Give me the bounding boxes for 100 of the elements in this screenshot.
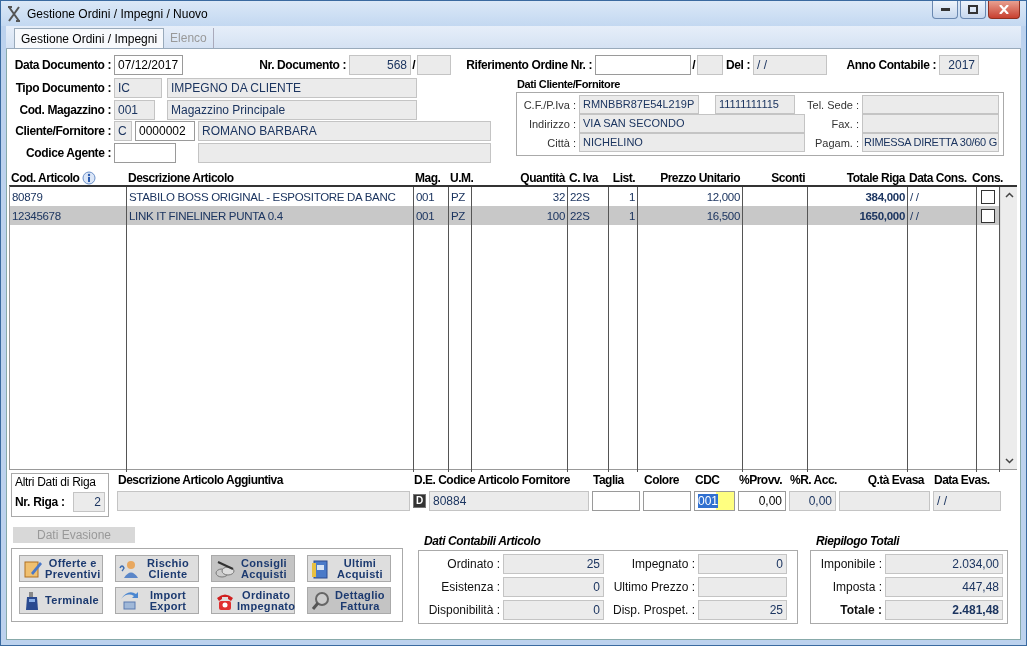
field-label: Ultimo Prezzo :: [612, 580, 696, 594]
table-cell: 16,500: [706, 209, 740, 222]
field-label: Colore: [643, 473, 680, 487]
value-field: 447,48: [885, 577, 1003, 597]
book-icon: [311, 558, 331, 579]
input-field[interactable]: [117, 491, 410, 511]
input-field[interactable]: 80884: [429, 491, 589, 511]
pencil-icon: [23, 558, 43, 579]
terminal-button[interactable]: Terminale: [19, 587, 103, 614]
input-field[interactable]: [839, 491, 930, 511]
input-field[interactable]: 001: [694, 491, 735, 511]
table-cell: 1650,000: [859, 209, 905, 222]
field-label: %Provv.: [738, 473, 783, 487]
offers-button[interactable]: Offerte e Preventivi: [19, 555, 103, 582]
table-cell: / /: [910, 209, 919, 222]
import-export-button[interactable]: Import Export: [115, 587, 199, 614]
field-label: Esistenza :: [440, 580, 501, 594]
description-field: IMPEGNO DA CLIENTE: [167, 77, 417, 98]
tab[interactable]: Gestione Ordini / Impegni: [14, 28, 165, 48]
input-field[interactable]: [592, 491, 640, 511]
value-field: 2.034,00: [885, 554, 1003, 574]
input-field[interactable]: 0,00: [738, 491, 786, 511]
field-label: Data Documento :: [13, 58, 112, 72]
scrollbar[interactable]: [1000, 187, 1017, 469]
invoice-detail-button[interactable]: Dettaglio Fattura: [307, 587, 391, 614]
table-cell: 384,000: [865, 190, 905, 203]
scroll-down-icon[interactable]: [1004, 458, 1014, 464]
field-label: Ordinato :: [446, 557, 501, 571]
code-field[interactable]: IC: [114, 77, 162, 98]
row-number-field: 2: [73, 492, 105, 512]
column-header: Sconti: [771, 171, 805, 185]
year-field[interactable]: 2017: [939, 55, 979, 75]
column-header: Quantità: [520, 171, 565, 185]
field-label: Città :: [546, 136, 577, 149]
column-header: Data Cons.: [909, 171, 967, 185]
field-label: Data Evas.: [933, 473, 991, 487]
payment-field: RIMESSA DIRETTA 30/60 G: [862, 133, 999, 152]
table-cell: 100: [546, 209, 565, 222]
risk-button[interactable]: Rischio Cliente: [115, 555, 199, 582]
close-button[interactable]: [988, 1, 1020, 19]
scroll-up-icon[interactable]: [1004, 192, 1014, 198]
code-field[interactable]: 0000002: [135, 121, 195, 142]
vat-field: 11111111115: [715, 95, 795, 114]
field-label: Descrizione Articolo Aggiuntiva: [117, 473, 285, 487]
input-field[interactable]: [643, 491, 691, 511]
table-cell: 12345678: [12, 209, 61, 222]
table-cell: STABILO BOSS ORIGINAL - ESPOSITORE DA BANC: [129, 190, 396, 203]
minimize-button[interactable]: [932, 1, 958, 19]
value-field: 0: [503, 600, 604, 620]
field-label: Nr. Riga :: [15, 495, 65, 509]
window-title: Gestione Ordini / Impegni / Nuovo: [27, 6, 209, 21]
purchases-button[interactable]: Ultimi Acquisti: [307, 555, 391, 582]
value-field: 2.481,48: [885, 600, 1003, 620]
input-field[interactable]: / /: [933, 491, 1001, 511]
d-button[interactable]: D: [413, 494, 426, 508]
order-ref-field[interactable]: [595, 55, 691, 75]
user-icon: [119, 558, 139, 579]
date-field[interactable]: 07/12/2017: [114, 55, 183, 75]
type-field[interactable]: C: [114, 121, 132, 142]
value-field: 0: [503, 577, 604, 597]
table-cell: / /: [910, 190, 919, 203]
name-field: ROMANO BARBARA: [198, 121, 491, 142]
minimize-icon: [940, 8, 950, 11]
column-header: Cod. Articolo: [11, 171, 80, 185]
number-field[interactable]: 568: [349, 55, 411, 75]
separator-text: /: [411, 58, 417, 72]
table-cell: PZ: [451, 190, 466, 203]
field-label: Nr. Documento :: [258, 58, 347, 72]
field-label: Fax. :: [830, 117, 860, 130]
code-field[interactable]: 001: [114, 99, 155, 120]
info-icon: [82, 171, 97, 185]
search-icon: [311, 590, 331, 611]
column-header: Cons.: [972, 171, 1003, 185]
table-row[interactable]: 12345678 LINK IT FINELINER PUNTA 0.4 001 PZ 100 22S 1 16,500 1650,000 / /: [10, 206, 1000, 225]
date-field[interactable]: / /: [753, 55, 827, 75]
field-label: Disponibilità :: [427, 603, 501, 617]
ordered-button[interactable]: Ordinato Impegnato: [211, 587, 295, 614]
field-label: Impegnato :: [630, 557, 696, 571]
close-icon: [999, 5, 1009, 14]
column-header: Totale Riga: [846, 171, 905, 185]
column-header: U.M.: [450, 171, 474, 185]
column-header: List.: [612, 171, 635, 185]
tools-icon: [7, 5, 21, 22]
agent-field[interactable]: [114, 143, 176, 164]
maximize-button[interactable]: [960, 1, 986, 19]
separator-text: /: [691, 58, 697, 72]
checkbox[interactable]: [981, 189, 995, 204]
number-suffix-field[interactable]: [417, 55, 451, 75]
table-cell: LINK IT FINELINER PUNTA 0.4: [129, 209, 283, 222]
input-field[interactable]: 0,00: [789, 491, 836, 511]
field-label: Totale :: [839, 603, 883, 617]
column-header: Mag.: [415, 171, 441, 185]
order-ref-suffix-field[interactable]: [697, 55, 723, 75]
checkbox[interactable]: [981, 208, 995, 223]
field-label: Tel. Sede :: [806, 98, 860, 111]
field-label: Imposta :: [831, 580, 883, 594]
field-label: Indirizzo :: [527, 117, 577, 130]
field-label: Codice Agente :: [25, 146, 112, 161]
field-label: Cod. Magazzino :: [18, 102, 112, 117]
advice-button[interactable]: Consigli Acquisti: [211, 555, 295, 582]
